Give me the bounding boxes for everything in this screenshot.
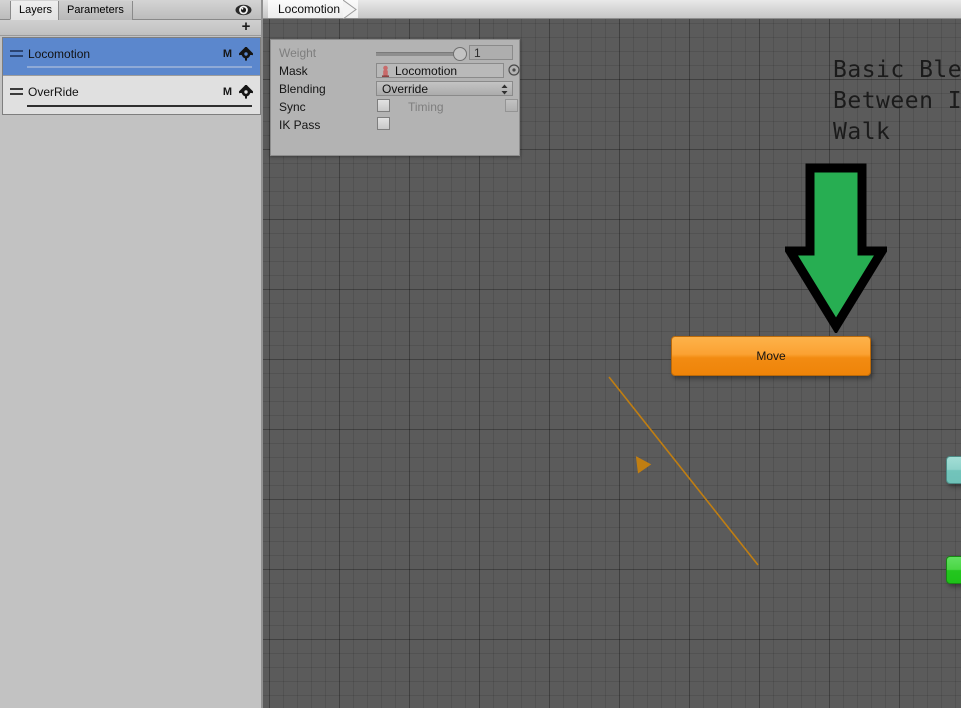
- drag-handle-icon[interactable]: [10, 50, 23, 58]
- inspector-row-mask: Mask Locomotion: [271, 62, 520, 80]
- object-picker-icon[interactable]: [508, 64, 520, 76]
- breadcrumb-item-locomotion[interactable]: Locomotion: [268, 0, 359, 19]
- weight-slider-handle[interactable]: [453, 47, 467, 61]
- ik-pass-label: IK Pass: [279, 118, 321, 132]
- inspector-row-sync: Sync Timing: [271, 98, 519, 116]
- layer-mute-toggle[interactable]: M: [223, 86, 232, 98]
- chevron-updown-icon: [501, 84, 508, 95]
- state-node-move[interactable]: Move: [671, 336, 871, 376]
- eye-icon[interactable]: [233, 2, 253, 18]
- drag-handle-icon[interactable]: [10, 88, 23, 96]
- ik-pass-checkbox[interactable]: [377, 117, 390, 130]
- transition-entry-to-move: [608, 376, 759, 566]
- inspector-row-blending: Blending Override: [271, 80, 519, 98]
- breadcrumb-label: Locomotion: [278, 2, 341, 16]
- layers-panel: Layers Parameters + Locomotion M OverRid…: [0, 0, 263, 708]
- layer-name: OverRide: [28, 85, 79, 99]
- layer-row-override[interactable]: OverRide M: [3, 76, 260, 114]
- blending-dropdown[interactable]: Override: [376, 81, 513, 96]
- tab-layers[interactable]: Layers: [10, 1, 62, 20]
- layer-name: Locomotion: [28, 47, 91, 61]
- weight-value-field[interactable]: 1: [469, 45, 513, 60]
- sync-checkbox[interactable]: [377, 99, 390, 112]
- inspector-row-weight: Weight 1: [271, 44, 519, 62]
- layer-weight-bar: [27, 105, 252, 107]
- sync-label: Sync: [279, 100, 306, 114]
- blending-label: Blending: [279, 82, 326, 96]
- weight-label: Weight: [279, 46, 317, 60]
- state-node-any-state[interactable]: Any State: [946, 456, 961, 484]
- timing-label: Timing: [408, 100, 444, 114]
- mask-value: Locomotion: [395, 64, 458, 78]
- inspector-row-ik-pass: IK Pass: [271, 116, 519, 134]
- panel-tabbar: Layers Parameters: [0, 0, 263, 20]
- layer-weight-bar: [27, 66, 252, 68]
- add-layer-button[interactable]: +: [238, 19, 254, 35]
- layer-list: Locomotion M OverRide M: [2, 37, 261, 115]
- mask-label: Mask: [279, 64, 308, 78]
- avatar-mask-icon: [379, 65, 392, 78]
- mask-object-field[interactable]: Locomotion: [376, 63, 504, 78]
- gear-icon[interactable]: [238, 84, 254, 99]
- layer-mute-toggle[interactable]: M: [223, 48, 232, 60]
- gear-icon[interactable]: [238, 46, 254, 61]
- graph-title-annotation: Basic Blend Tree Between Idle And Walk: [833, 57, 961, 145]
- state-node-entry[interactable]: Entry: [946, 556, 961, 584]
- breadcrumb-chevron-icon: [343, 0, 357, 19]
- blending-value: Override: [382, 82, 429, 96]
- tab-parameters[interactable]: Parameters: [58, 1, 133, 20]
- layer-settings-inspector[interactable]: Weight 1 Mask Locomotion Blending Overri…: [270, 39, 520, 156]
- state-node-label: Move: [756, 349, 786, 363]
- timing-checkbox[interactable]: [505, 99, 518, 112]
- down-arrow-annotation: [781, 163, 891, 335]
- breadcrumb-bar: Locomotion: [263, 0, 961, 19]
- weight-slider[interactable]: [376, 52, 462, 56]
- layers-toolbar: +: [0, 19, 263, 36]
- layer-row-locomotion[interactable]: Locomotion M: [3, 38, 260, 76]
